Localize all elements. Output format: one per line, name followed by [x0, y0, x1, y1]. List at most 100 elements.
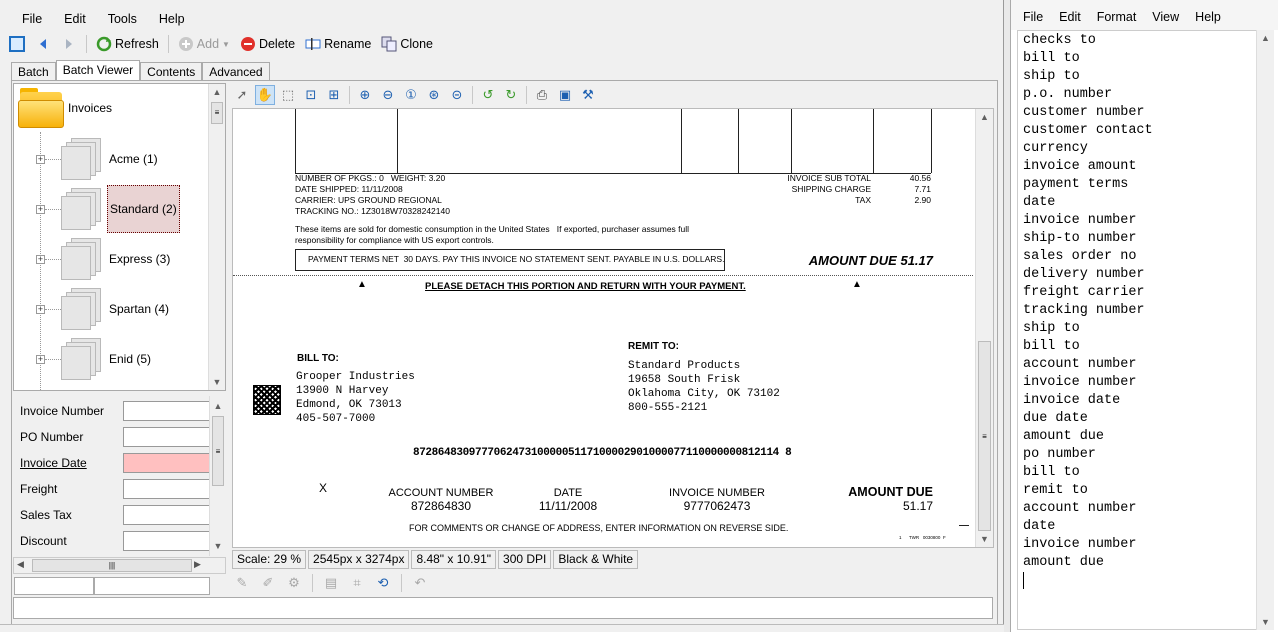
- stamp-icon[interactable]: ⚙: [284, 573, 304, 593]
- pointer-icon[interactable]: ➚: [232, 85, 252, 105]
- message-box[interactable]: [13, 597, 993, 619]
- scroll-up-icon[interactable]: ▲: [1257, 30, 1274, 46]
- footer-mark: [959, 525, 969, 526]
- zoom-width-icon[interactable]: ⊝: [447, 85, 467, 105]
- notepad-content[interactable]: checks to bill to ship to p.o. number custom…: [1023, 32, 1153, 589]
- rotate-left-icon[interactable]: ↺: [478, 85, 498, 105]
- expand-toggle[interactable]: +: [36, 254, 45, 264]
- settings-tools-icon[interactable]: ⚒: [578, 85, 598, 105]
- scroll-thumb[interactable]: ≡: [978, 341, 991, 531]
- arrow-left-icon: [35, 36, 51, 52]
- document-viewer[interactable]: NUMBER OF PKGS.: 0 WEIGHT: 3.20 DATE SHIP…: [232, 108, 994, 548]
- expand-toggle[interactable]: +: [36, 204, 45, 214]
- scroll-thumb[interactable]: ≡: [211, 102, 223, 124]
- scroll-thumb[interactable]: |||: [32, 559, 192, 572]
- tree-item-standard[interactable]: + Standard (2): [36, 185, 180, 233]
- toolbar-separator: [349, 86, 350, 104]
- notepad-line: customer number: [1023, 105, 1145, 120]
- tab-batch[interactable]: Batch: [11, 62, 56, 81]
- tree-item-enid[interactable]: + Enid (5): [36, 336, 153, 382]
- delete-button[interactable]: Delete: [237, 33, 298, 55]
- tree-item-express[interactable]: + Express (3): [36, 236, 172, 282]
- menu-file[interactable]: File: [0, 12, 53, 26]
- menu-edit[interactable]: Edit: [53, 12, 97, 26]
- toolbar: Refresh Add ▼ Delete Rename Clone: [6, 32, 436, 56]
- scroll-up-icon[interactable]: ▲: [209, 84, 225, 100]
- notepad-menu-edit[interactable]: Edit: [1051, 10, 1089, 24]
- footer-code: 1 TWR 0030800 F: [899, 535, 946, 540]
- freight-input[interactable]: [123, 479, 213, 499]
- chart-icon[interactable]: ▤: [321, 573, 341, 593]
- add-button[interactable]: Add ▼: [175, 33, 233, 55]
- edit-region-icon[interactable]: ✐: [258, 573, 278, 593]
- scroll-left-icon[interactable]: ◀: [17, 559, 24, 570]
- scroll-down-icon[interactable]: ▼: [1257, 614, 1274, 630]
- discount-input[interactable]: [123, 531, 213, 551]
- batch-tree[interactable]: Invoices + Acme (1) + Standard (2) + Exp…: [13, 83, 226, 391]
- dpi-readout: 300 DPI: [498, 550, 552, 569]
- zoom-in-icon[interactable]: ⊕: [355, 85, 375, 105]
- menu-tools[interactable]: Tools: [97, 12, 148, 26]
- notepad-line: po number: [1023, 447, 1096, 462]
- chevron-down-icon: ▼: [222, 39, 230, 49]
- tab-advanced[interactable]: Advanced: [202, 62, 270, 81]
- tab-batch-viewer[interactable]: Batch Viewer: [55, 60, 141, 81]
- expand-toggle[interactable]: +: [36, 354, 45, 364]
- expand-toggle[interactable]: +: [36, 304, 45, 314]
- tree-item-spartan[interactable]: + Spartan (4): [36, 286, 171, 332]
- po-number-input[interactable]: [123, 427, 213, 447]
- scroll-down-icon[interactable]: ▼: [976, 531, 993, 547]
- menu-help[interactable]: Help: [148, 12, 196, 26]
- fields-horizontal-scrollbar[interactable]: ◀ ||| ▶: [13, 557, 226, 574]
- edit-page-icon[interactable]: ✎: [232, 573, 252, 593]
- scroll-up-icon[interactable]: ▲: [210, 398, 226, 414]
- notepad-menu-view[interactable]: View: [1144, 10, 1187, 24]
- notepad-menu-file[interactable]: File: [1011, 10, 1051, 24]
- zoom-region-icon[interactable]: ⊡: [301, 85, 321, 105]
- notepad-scrollbar[interactable]: ▲ ▼: [1256, 30, 1274, 630]
- toolbar-separator: [86, 35, 87, 53]
- rotate-right-icon[interactable]: ↻: [501, 85, 521, 105]
- invoice-number-input[interactable]: [123, 401, 213, 421]
- zoom-actual-icon[interactable]: ①: [401, 85, 421, 105]
- scroll-down-icon[interactable]: ▼: [210, 538, 226, 554]
- print-icon[interactable]: ⎙: [532, 85, 552, 105]
- notepad-menu-help[interactable]: Help: [1187, 10, 1229, 24]
- notepad-menu-format[interactable]: Format: [1089, 10, 1145, 24]
- rotate-page-icon[interactable]: ⟲: [373, 573, 393, 593]
- refresh-button[interactable]: Refresh: [93, 33, 162, 55]
- undo-icon[interactable]: ↶: [410, 573, 430, 593]
- pixel-size-readout: 2545px x 3274px: [308, 550, 410, 569]
- zoom-page-icon[interactable]: ⊞: [324, 85, 344, 105]
- save-icon[interactable]: ▣: [555, 85, 575, 105]
- expand-toggle[interactable]: +: [36, 154, 45, 164]
- tab-contents[interactable]: Contents: [140, 62, 203, 81]
- toolbar-separator: [312, 574, 313, 592]
- rename-button[interactable]: Rename: [302, 33, 374, 55]
- fields-scrollbar[interactable]: ▲ ≡ ▼: [209, 396, 226, 556]
- notepad-line: bill to: [1023, 51, 1080, 66]
- perforation-line: [233, 275, 973, 276]
- tree-item-acme[interactable]: + Acme (1): [36, 136, 160, 182]
- crop-icon[interactable]: ⌗: [347, 573, 367, 593]
- forward-button[interactable]: [58, 33, 80, 55]
- scroll-thumb[interactable]: ≡: [212, 416, 224, 486]
- clone-button[interactable]: Clone: [378, 33, 436, 55]
- tree-scrollbar[interactable]: ▲ ≡ ▼: [208, 84, 225, 390]
- scroll-up-icon[interactable]: ▲: [976, 109, 993, 125]
- back-button[interactable]: [32, 33, 54, 55]
- zoom-out-icon[interactable]: ⊖: [378, 85, 398, 105]
- viewer-status-bar: Scale: 29 % 2545px x 3274px 8.48" x 10.9…: [232, 550, 639, 569]
- viewer-scrollbar[interactable]: ▲ ≡ ▼: [975, 109, 993, 547]
- invoice-date-input[interactable]: [123, 453, 213, 473]
- notepad-line: invoice date: [1023, 393, 1121, 408]
- zoom-fit-icon[interactable]: ⊛: [424, 85, 444, 105]
- select-region-icon[interactable]: ⬚: [278, 85, 298, 105]
- scroll-down-icon[interactable]: ▼: [209, 374, 225, 390]
- pan-hand-icon[interactable]: ✋: [255, 85, 275, 105]
- sales-tax-input[interactable]: [123, 505, 213, 525]
- expand-button[interactable]: [6, 33, 28, 55]
- scroll-right-icon[interactable]: ▶: [194, 559, 201, 570]
- tree-root[interactable]: Invoices: [18, 88, 112, 128]
- notepad-line: customer contact: [1023, 123, 1153, 138]
